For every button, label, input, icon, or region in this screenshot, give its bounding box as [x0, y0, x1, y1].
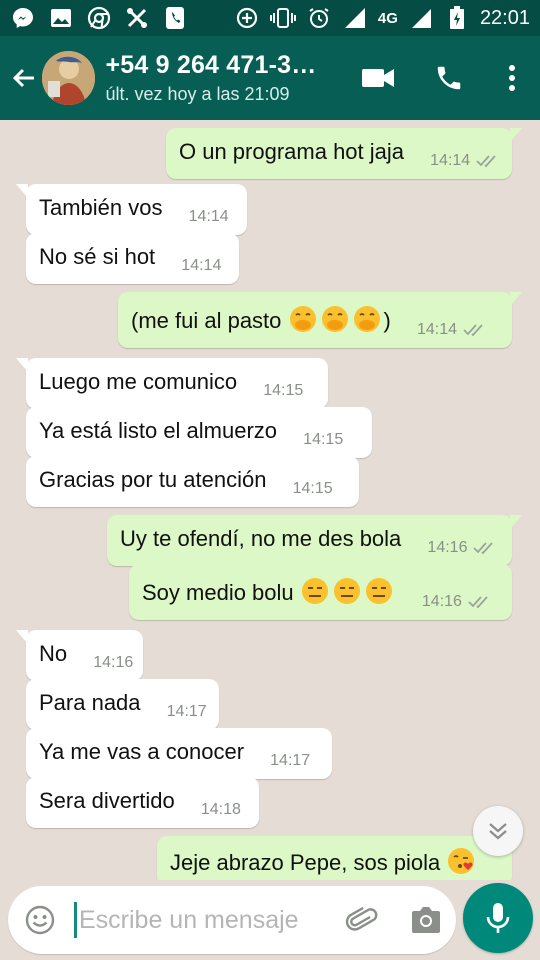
- expressionless-emoji: [301, 578, 328, 604]
- message-time: 14:15: [292, 480, 333, 497]
- contact-name: +54 9 264 471-3…: [105, 51, 317, 79]
- message-text: No: [39, 641, 68, 666]
- contact-info[interactable]: +54 9 264 471-3… últ. vez hoy a las 21:0…: [105, 51, 344, 105]
- tools-icon: [124, 5, 150, 31]
- message-bubble[interactable]: Ya está listo el almuerzo 14:15: [26, 407, 372, 458]
- phone-icon: [437, 66, 461, 90]
- message-bubble[interactable]: También vos 14:14: [16, 184, 247, 235]
- composer-bar: [0, 880, 540, 960]
- message-text: (me fui al pasto: [131, 308, 282, 333]
- voice-call-button[interactable]: [414, 48, 484, 108]
- message-text: Luego me comunico: [39, 369, 238, 394]
- chrome-icon: [86, 5, 112, 31]
- message-text: Uy te ofendí, no me des bola: [120, 526, 402, 551]
- message-bubble[interactable]: Uy te ofendí, no me des bola 14:16: [107, 515, 522, 566]
- message-bubble[interactable]: O un programa hot jaja 14:14: [166, 128, 522, 179]
- more-vertical-icon: [509, 65, 515, 91]
- message-time: 14:18: [200, 801, 241, 818]
- message-meta: 14:16: [427, 534, 497, 562]
- message-bubble[interactable]: Sera divertido 14:18: [26, 777, 259, 828]
- smiley-icon: [25, 905, 55, 935]
- signal-icon-2: [408, 5, 434, 31]
- message-text: Ya me vas a conocer: [39, 739, 245, 764]
- message-text: Para nada: [39, 690, 141, 715]
- message-bubble[interactable]: Ya me vas a conocer 14:17: [26, 728, 332, 779]
- message-bubble[interactable]: Soy medio bolu 14:16: [129, 564, 512, 620]
- message-bubble[interactable]: No sé si hot 14:14: [26, 233, 239, 284]
- message-text-end: ): [383, 308, 391, 333]
- status-bar: 4G 22:01: [0, 0, 540, 36]
- attach-button[interactable]: [340, 898, 384, 942]
- hand-over-mouth-emoji: [289, 306, 316, 332]
- network-type: 4G: [377, 9, 398, 27]
- message-text: No sé si hot: [39, 244, 156, 269]
- emoji-button[interactable]: [16, 896, 64, 944]
- alarm-icon: [306, 5, 332, 31]
- camera-button[interactable]: [404, 898, 448, 942]
- menu-button[interactable]: [484, 48, 540, 108]
- message-meta: 14:16: [422, 588, 492, 616]
- messenger-icon: [10, 5, 36, 31]
- voice-record-button[interactable]: [463, 883, 533, 953]
- video-camera-icon: [362, 69, 394, 87]
- kissing-heart-emoji: [448, 848, 475, 874]
- scroll-down-button[interactable]: [473, 806, 523, 856]
- message-time: 14:17: [270, 752, 311, 769]
- message-time: 14:17: [166, 703, 207, 720]
- message-input[interactable]: [74, 902, 324, 938]
- message-meta: 14:14: [430, 147, 500, 175]
- double-check-icon: [476, 155, 496, 168]
- message-list[interactable]: O un programa hot jaja 14:14 También vos…: [0, 120, 540, 880]
- microphone-icon: [486, 903, 510, 933]
- message-bubble[interactable]: Luego me comunico 14:15: [16, 358, 328, 409]
- message-time: 14:16: [93, 654, 134, 671]
- paperclip-icon: [345, 906, 378, 931]
- expressionless-emoji: [333, 578, 360, 604]
- message-time: 14:14: [416, 321, 458, 338]
- status-time: 22:01: [479, 6, 530, 29]
- double-check-icon: [468, 596, 488, 609]
- double-check-icon: [473, 542, 494, 555]
- message-text: También vos: [39, 195, 163, 220]
- message-time: 14:15: [303, 431, 344, 448]
- signal-icon: [342, 5, 368, 31]
- message-bubble[interactable]: Jeje abrazo Pepe, sos piola: [157, 836, 522, 880]
- message-bubble[interactable]: No 14:16: [16, 630, 143, 681]
- message-time: 14:14: [430, 152, 471, 169]
- message-text: O un programa hot jaja: [179, 139, 405, 164]
- battery-charging-icon: [444, 5, 470, 31]
- gallery-icon: [48, 5, 74, 31]
- double-check-icon: [463, 324, 483, 337]
- message-text: Soy medio bolu: [142, 580, 294, 605]
- avatar[interactable]: [41, 51, 96, 105]
- message-time: 14:15: [263, 382, 304, 399]
- message-bubble[interactable]: Gracias por tu atención 14:15: [26, 456, 359, 507]
- message-time: 14:16: [427, 539, 468, 556]
- phone-app-icon: [162, 5, 188, 31]
- contact-last-seen: últ. vez hoy a las 21:09: [105, 84, 290, 104]
- camera-icon: [412, 907, 440, 933]
- message-text: Jeje abrazo Pepe, sos piola: [170, 850, 441, 875]
- message-text: Gracias por tu atención: [39, 467, 267, 492]
- video-call-button[interactable]: [344, 48, 414, 108]
- hand-over-mouth-emoji: [321, 306, 348, 332]
- expressionless-emoji: [365, 578, 392, 604]
- message-text: Sera divertido: [39, 788, 175, 813]
- back-button[interactable]: [4, 58, 44, 98]
- message-bubble[interactable]: (me fui al pasto ) 14:14: [118, 292, 522, 348]
- message-bubble[interactable]: Para nada 14:17: [26, 679, 219, 730]
- message-time: 14:14: [181, 257, 222, 274]
- arrow-left-icon: [12, 68, 34, 88]
- composer: [8, 886, 456, 954]
- data-saver-icon: [234, 5, 260, 31]
- chat-header: +54 9 264 471-3… últ. vez hoy a las 21:0…: [0, 36, 540, 120]
- message-meta: 14:14: [417, 316, 487, 344]
- hand-over-mouth-emoji: [353, 306, 380, 332]
- message-time: 14:16: [421, 593, 462, 610]
- vibrate-icon: [269, 5, 296, 31]
- message-text: Ya está listo el almuerzo: [39, 418, 278, 443]
- double-chevron-down-icon: [489, 823, 507, 840]
- message-time: 14:14: [188, 208, 229, 225]
